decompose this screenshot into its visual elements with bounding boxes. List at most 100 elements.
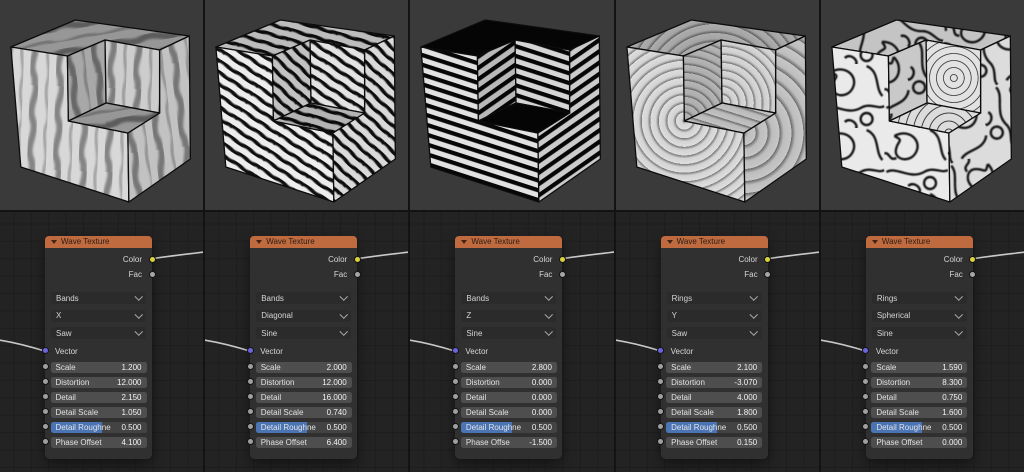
- direction-value: Spherical: [877, 311, 910, 320]
- distortion-field[interactable]: Distortion 8.300: [871, 377, 967, 388]
- wave-type-dropdown[interactable]: Rings: [872, 292, 967, 304]
- fac-output-socket[interactable]: [559, 271, 566, 278]
- vector-input-socket[interactable]: [247, 347, 254, 354]
- scale-field[interactable]: Scale 2.800: [461, 362, 557, 373]
- phase-offset-input-socket[interactable]: [452, 438, 459, 445]
- color-output-socket[interactable]: [559, 256, 566, 263]
- wave-texture-cube-render: [205, 0, 408, 210]
- wave-profile-dropdown[interactable]: Sine: [872, 327, 967, 339]
- detail-input-socket[interactable]: [42, 393, 49, 400]
- bands-direction-dropdown[interactable]: Z: [461, 310, 556, 322]
- detail-roughness-input-socket[interactable]: [42, 423, 49, 430]
- distortion-field[interactable]: Distortion 12.000: [51, 377, 147, 388]
- detail-scale-field[interactable]: Detail Scale 0.740: [256, 407, 352, 418]
- scale-field[interactable]: Scale 2.100: [666, 362, 762, 373]
- wave-texture-node[interactable]: Wave Texture Color Fac Bands Diagonal: [250, 236, 357, 459]
- collapse-arrow-icon[interactable]: [256, 240, 262, 244]
- wave-type-dropdown[interactable]: Rings: [667, 292, 762, 304]
- collapse-arrow-icon[interactable]: [872, 240, 878, 244]
- detail-scale-input-socket[interactable]: [42, 408, 49, 415]
- wave-profile-dropdown[interactable]: Sine: [461, 327, 556, 339]
- detail-roughness-slider[interactable]: Detail Roughne 0.500: [871, 422, 967, 433]
- phase-offset-field[interactable]: Phase Offset 0.150: [666, 437, 762, 448]
- chevron-down-icon: [545, 328, 553, 336]
- phase-offset-field[interactable]: Phase Offset 6.400: [256, 437, 352, 448]
- wave-profile-dropdown[interactable]: Saw: [667, 327, 762, 339]
- bands-direction-dropdown[interactable]: Y: [667, 310, 762, 322]
- output-row-fac: Fac: [250, 267, 357, 282]
- distortion-input-socket[interactable]: [247, 378, 254, 385]
- detail-input-socket[interactable]: [452, 393, 459, 400]
- collapse-arrow-icon[interactable]: [51, 240, 57, 244]
- detail-field[interactable]: Detail 2.150: [51, 392, 147, 403]
- detail-roughness-slider[interactable]: Detail Roughne 0.500: [256, 422, 352, 433]
- wave-texture-node[interactable]: Wave Texture Color Fac Rings Y: [661, 236, 768, 459]
- wave-profile-dropdown[interactable]: Sine: [256, 327, 351, 339]
- vector-input-wire: [0, 340, 45, 351]
- color-output-socket[interactable]: [149, 256, 156, 263]
- distortion-input-socket[interactable]: [452, 378, 459, 385]
- scale-field[interactable]: Scale 1.200: [51, 362, 147, 373]
- detail-scale-field[interactable]: Detail Scale 1.600: [871, 407, 967, 418]
- wave-texture-node[interactable]: Wave Texture Color Fac Rings Spherical: [866, 236, 973, 459]
- phase-offset-input-socket[interactable]: [42, 438, 49, 445]
- color-output-wire: [356, 252, 409, 259]
- profile-value: Sine: [877, 329, 893, 338]
- node-header[interactable]: Wave Texture: [45, 236, 152, 248]
- bands-direction-dropdown[interactable]: X: [51, 310, 146, 322]
- detail-roughness-slider[interactable]: Detail Roughne 0.500: [666, 422, 762, 433]
- phase-offset-input-socket[interactable]: [247, 438, 254, 445]
- node-header[interactable]: Wave Texture: [866, 236, 973, 248]
- collapse-arrow-icon[interactable]: [667, 240, 673, 244]
- detail-roughness-input-socket[interactable]: [247, 423, 254, 430]
- texture-panel: Wave Texture Color Fac Rings Y: [614, 0, 819, 472]
- color-output-socket[interactable]: [354, 256, 361, 263]
- detail-scale-input-socket[interactable]: [247, 408, 254, 415]
- detail-field[interactable]: Detail 16.000: [256, 392, 352, 403]
- bands-direction-dropdown[interactable]: Spherical: [872, 310, 967, 322]
- bands-direction-dropdown[interactable]: Diagonal: [256, 310, 351, 322]
- detail-field[interactable]: Detail 0.000: [461, 392, 557, 403]
- wave-texture-node[interactable]: Wave Texture Color Fac Bands Z: [455, 236, 562, 459]
- detail-roughness-input-socket[interactable]: [452, 423, 459, 430]
- detail-scale-field[interactable]: Detail Scale 0.000: [461, 407, 557, 418]
- output-label-color: Color: [533, 255, 552, 264]
- vector-input-wire: [410, 340, 455, 351]
- distortion-input-socket[interactable]: [42, 378, 49, 385]
- detail-roughness-slider[interactable]: Detail Roughne 0.500: [51, 422, 147, 433]
- detail-scale-field[interactable]: Detail Scale 1.800: [666, 407, 762, 418]
- wave-type-dropdown[interactable]: Bands: [461, 292, 556, 304]
- scale-input-socket[interactable]: [42, 363, 49, 370]
- wave-type-dropdown[interactable]: Bands: [256, 292, 351, 304]
- cube-preview: [410, 0, 613, 212]
- detail-roughness-slider[interactable]: Detail Roughne 0.500: [461, 422, 557, 433]
- scale-field[interactable]: Scale 1.590: [871, 362, 967, 373]
- wave-type-dropdown[interactable]: Bands: [51, 292, 146, 304]
- distortion-field[interactable]: Distortion 12.000: [256, 377, 352, 388]
- profile-value: Sine: [466, 329, 482, 338]
- scale-field[interactable]: Scale 2.000: [256, 362, 352, 373]
- detail-input-socket[interactable]: [247, 393, 254, 400]
- fac-output-socket[interactable]: [354, 271, 361, 278]
- fac-output-socket[interactable]: [149, 271, 156, 278]
- phase-offset-field[interactable]: Phase Offset 4.100: [51, 437, 147, 448]
- color-output-wire: [971, 252, 1024, 259]
- distortion-field[interactable]: Distortion 0.000: [461, 377, 557, 388]
- wave-profile-dropdown[interactable]: Saw: [51, 327, 146, 339]
- vector-input-socket[interactable]: [452, 347, 459, 354]
- distortion-field[interactable]: Distortion -3.070: [666, 377, 762, 388]
- node-header[interactable]: Wave Texture: [661, 236, 768, 248]
- scale-input-socket[interactable]: [247, 363, 254, 370]
- vector-input-socket[interactable]: [42, 347, 49, 354]
- detail-scale-input-socket[interactable]: [452, 408, 459, 415]
- detail-scale-field[interactable]: Detail Scale 1.050: [51, 407, 147, 418]
- node-header[interactable]: Wave Texture: [455, 236, 562, 248]
- detail-field[interactable]: Detail 4.000: [666, 392, 762, 403]
- detail-field[interactable]: Detail 0.750: [871, 392, 967, 403]
- collapse-arrow-icon[interactable]: [461, 240, 467, 244]
- wave-texture-node[interactable]: Wave Texture Color Fac Bands X: [45, 236, 152, 459]
- phase-offset-field[interactable]: Phase Offset 0.000: [871, 437, 967, 448]
- phase-offset-field[interactable]: Phase Offse -1.500: [461, 437, 557, 448]
- node-header[interactable]: Wave Texture: [250, 236, 357, 248]
- scale-input-socket[interactable]: [452, 363, 459, 370]
